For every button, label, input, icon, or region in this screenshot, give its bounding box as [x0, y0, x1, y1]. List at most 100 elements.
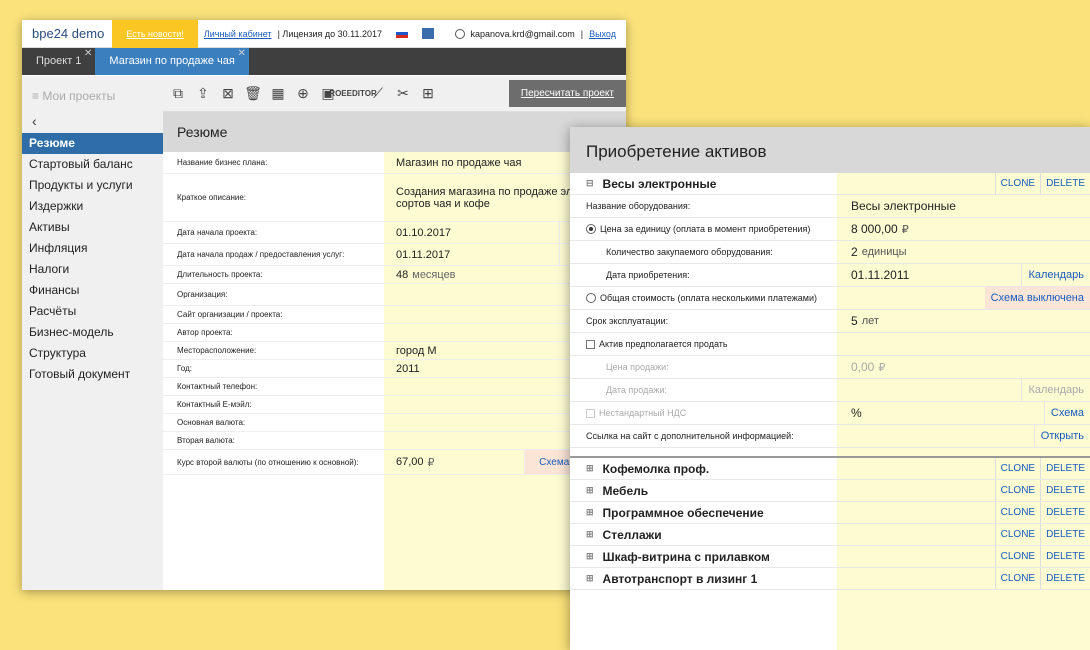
field-label: Дата начала проекта:	[177, 228, 258, 237]
clone-button[interactable]: CLONE	[994, 480, 1040, 501]
sidebar-item[interactable]: Стартовый баланс	[22, 154, 163, 175]
lang-flag-icon[interactable]	[422, 28, 435, 39]
calendar-button[interactable]: Календарь	[1021, 264, 1090, 286]
settings-icon[interactable]: ⊕	[292, 83, 314, 105]
close-icon[interactable]: ✕	[84, 40, 92, 67]
collapse-icon[interactable]: ⊟	[586, 178, 594, 189]
expand-icon[interactable]: ⊞	[586, 551, 594, 562]
sidebar-item[interactable]: Налоги	[22, 259, 163, 280]
upload-icon[interactable]: ⇪	[192, 83, 214, 105]
sidebar: ≡ Мои проекты ‹ Резюме Стартовый баланс Пр…	[22, 76, 163, 590]
vat-scheme-button[interactable]: Схема	[1043, 402, 1090, 424]
sidebar-item[interactable]: Готовый документ	[22, 364, 163, 385]
open-link-button[interactable]: Открыть	[1033, 425, 1090, 447]
tab-project-1[interactable]: Проект 1 ✕	[22, 48, 95, 75]
delete-button[interactable]: DELETE	[1040, 173, 1090, 194]
expand-icon[interactable]: ⊞	[586, 507, 594, 518]
unit-price-field[interactable]: 8 000,00 ₽	[837, 218, 1090, 240]
sidebar-item[interactable]: Резюме	[22, 133, 163, 154]
sidebar-item[interactable]: Активы	[22, 217, 163, 238]
delete-button[interactable]: DELETE	[1040, 524, 1090, 545]
sell-asset-checkbox[interactable]	[586, 339, 595, 349]
delete-button[interactable]: DELETE	[1040, 458, 1090, 479]
asset-group[interactable]: ⊞ Шкаф-витрина с прилавком CLONE DELETE	[570, 546, 1090, 568]
clone-button[interactable]: CLONE	[994, 173, 1040, 194]
quantity-field[interactable]: 2 единицы	[837, 241, 1090, 263]
asset-group[interactable]: ⊞ Стеллажи CLONE DELETE	[570, 524, 1090, 546]
scheme-off-button[interactable]: Схема выключена	[984, 287, 1090, 309]
roe-editor-icon[interactable]: ROE EDITOR	[329, 83, 376, 105]
resume-row: Автор проекта:	[163, 324, 626, 342]
expand-icon[interactable]: ⊞	[586, 573, 594, 584]
resume-row: Название бизнес плана: Магазин по продаже…	[163, 152, 626, 174]
sidebar-item[interactable]: Продукты и услуги	[22, 175, 163, 196]
asset-group[interactable]: ⊞ Кофемолка проф. CLONE DELETE	[570, 458, 1090, 480]
asset-group-expanded[interactable]: ⊟ Весы электронные CLONE DELETE	[570, 173, 1090, 195]
equipment-name-field[interactable]: Весы электронные	[837, 195, 1090, 217]
delete-button[interactable]: DELETE	[1040, 480, 1090, 501]
delete-button[interactable]: DELETE	[1040, 546, 1090, 567]
expand-icon[interactable]: ⊞	[586, 463, 594, 474]
lifetime-field[interactable]: 5 лет	[837, 310, 1090, 332]
trash-icon[interactable]: 🗑	[242, 83, 264, 105]
toolbar: ⧉ ⇪ ⊠ 🗑 ▦ ⊕ ▣ ROE EDITOR ⟋ ✂ ⊞ Пересчитат…	[163, 76, 626, 112]
unit-price-row: Цена за единицу (оплата в момент приобре…	[570, 218, 1090, 241]
news-link[interactable]: Есть новости!	[112, 20, 198, 48]
sidebar-item[interactable]: Бизнес-модель	[22, 322, 163, 343]
sidebar-item[interactable]: Финансы	[22, 280, 163, 301]
assets-title: Приобретение активов	[570, 127, 1090, 173]
field-label: Название бизнес плана:	[177, 158, 268, 167]
user-email: kapanova.krd@gmail.com	[470, 28, 575, 39]
license-text: | Лицензия до 30.11.2017	[277, 28, 383, 39]
table-icon[interactable]: ▦	[267, 83, 289, 105]
cabinet-link[interactable]: Личный кабинет	[204, 29, 272, 39]
clone-button[interactable]: CLONE	[994, 568, 1040, 589]
resume-form: Название бизнес плана: Магазин по продаже…	[163, 152, 626, 590]
sale-price-field: 0,00 ₽	[851, 360, 886, 374]
asset-group[interactable]: ⊞ Автотранспорт в лизинг 1 CLONE DELETE	[570, 568, 1090, 590]
field-label: Краткое описание:	[177, 193, 247, 202]
asset-group[interactable]: ⊞ Мебель CLONE DELETE	[570, 480, 1090, 502]
field-label: Месторасположение:	[177, 346, 257, 355]
delete-page-icon[interactable]: ⊠	[217, 83, 239, 105]
vat-row: Нестандартный НДС % Схема	[570, 402, 1090, 425]
clone-button[interactable]: CLONE	[994, 502, 1040, 523]
sale-price-row: Цена продажи: 0,00 ₽	[570, 356, 1090, 379]
sidebar-item[interactable]: Расчёты	[22, 301, 163, 322]
add-copy-icon[interactable]: ⧉	[167, 83, 189, 105]
main-window: bpe24 demo Есть новости! Личный кабинет …	[22, 20, 626, 590]
field-label: Организация:	[177, 290, 228, 299]
sidebar-item[interactable]: Структура	[22, 343, 163, 364]
chart-icon[interactable]: ⟋	[367, 83, 389, 105]
delete-button[interactable]: DELETE	[1040, 568, 1090, 589]
ru-flag-icon[interactable]	[396, 29, 409, 38]
clone-button[interactable]: CLONE	[994, 546, 1040, 567]
resume-row: Организация:	[163, 284, 626, 306]
logout-link[interactable]: Выход	[589, 29, 616, 39]
lifetime-row: Срок эксплуатации: 5 лет	[570, 310, 1090, 333]
logo[interactable]: bpe24 demo	[22, 26, 112, 41]
user-icon	[454, 28, 465, 39]
clone-button[interactable]: CLONE	[994, 524, 1040, 545]
asset-group[interactable]: ⊞ Программное обеспечение CLONE DELETE	[570, 502, 1090, 524]
sidebar-item[interactable]: Инфляция	[22, 238, 163, 259]
unit-price-radio[interactable]	[586, 224, 596, 234]
assets-window: Приобретение активов ⊟ Весы электронные C…	[570, 127, 1090, 650]
sidebar-item[interactable]: Издержки	[22, 196, 163, 217]
top-bar: bpe24 demo Есть новости! Личный кабинет …	[22, 20, 626, 48]
quantity-row: Количество закупаемого оборудования: 2 ед…	[570, 241, 1090, 264]
scissors-icon[interactable]: ✂	[392, 83, 414, 105]
expand-icon[interactable]: ⊞	[586, 485, 594, 496]
total-cost-radio[interactable]	[586, 293, 596, 303]
field-label: Основная валюта:	[177, 418, 246, 427]
close-icon[interactable]: ✕	[237, 40, 245, 67]
field-label: Курс второй валюты (по отношению к основ…	[177, 457, 359, 467]
clone-button[interactable]: CLONE	[994, 458, 1040, 479]
delete-button[interactable]: DELETE	[1040, 502, 1090, 523]
back-icon[interactable]: ‹	[22, 109, 163, 133]
tree-icon[interactable]: ⊞	[417, 83, 439, 105]
tab-tea-shop[interactable]: Магазин по продаже чая ✕	[95, 48, 249, 75]
recalc-button[interactable]: Пересчитать проект	[508, 80, 626, 107]
my-projects-link[interactable]: ≡ Мои проекты	[22, 76, 163, 109]
expand-icon[interactable]: ⊞	[586, 529, 594, 540]
